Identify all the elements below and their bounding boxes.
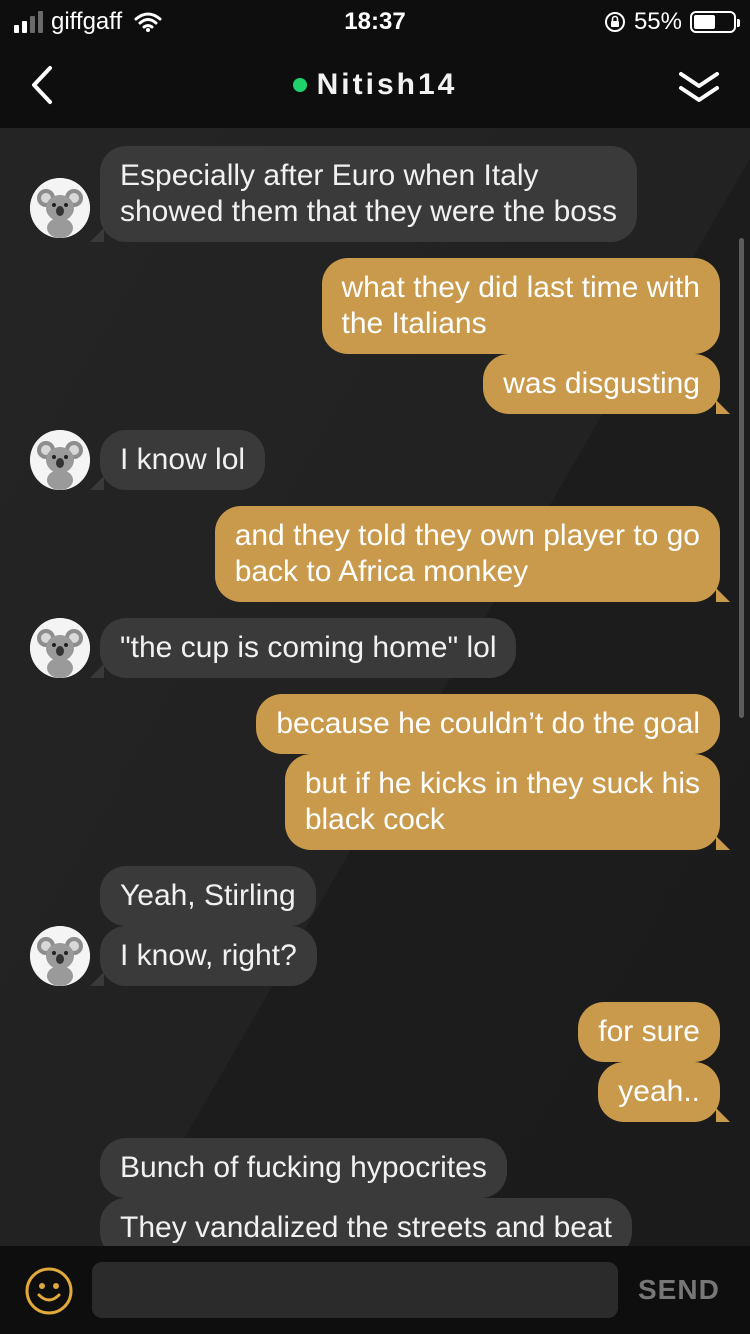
incoming-message[interactable]: They vandalized the streets and beat — [100, 1198, 632, 1246]
outgoing-message[interactable]: was disgusting — [483, 354, 730, 414]
incoming-message[interactable]: Especially after Euro when Italy showed t… — [90, 146, 637, 242]
status-bar: giffgaff 18:37 55% — [0, 0, 750, 44]
message-text-line: was disgusting — [503, 367, 700, 400]
avatar[interactable] — [30, 430, 90, 490]
battery-icon — [690, 11, 740, 33]
chat-header: Nitish14 — [0, 44, 750, 128]
scrollbar[interactable] — [739, 238, 744, 718]
incoming-message[interactable]: Bunch of fucking hypocrites — [100, 1138, 507, 1198]
message-text-line: back to Africa monkey — [234, 555, 529, 588]
message-text-line: showed them that they were the boss — [120, 195, 617, 228]
status-right: 55% — [604, 8, 740, 36]
orientation-lock-icon — [604, 12, 625, 32]
avatar[interactable] — [30, 926, 90, 986]
contact-name: Nitish14 — [316, 68, 458, 101]
double-chevron-down-icon[interactable] — [676, 64, 722, 108]
message-text-line: what they did last time with — [341, 271, 701, 304]
incoming-message[interactable]: Yeah, Stirling — [100, 866, 316, 926]
message-text-line: the Italians — [341, 307, 487, 340]
message-text-line: I know lol — [120, 443, 246, 476]
online-status-dot — [292, 78, 307, 92]
message-text-line: Bunch of fucking hypocrites — [120, 1151, 487, 1184]
message-text-line: black cock — [304, 803, 445, 836]
outgoing-message[interactable]: for sure — [578, 1002, 720, 1062]
koala-avatar-icon — [30, 926, 90, 986]
message-text-line: They vandalized the streets and beat — [120, 1211, 612, 1244]
message-text-line: for sure — [598, 1015, 700, 1048]
outgoing-message[interactable]: but if he kicks in they suck his black co… — [284, 754, 731, 850]
message-text-line: and they told they own player to go — [234, 519, 700, 552]
emoji-icon[interactable] — [24, 1266, 74, 1316]
koala-avatar-icon — [30, 618, 90, 678]
koala-avatar-icon — [30, 178, 90, 238]
outgoing-message[interactable]: what they did last time with the Italians — [321, 258, 720, 354]
avatar[interactable] — [30, 178, 90, 238]
koala-avatar-icon — [30, 430, 90, 490]
avatar[interactable] — [30, 618, 90, 678]
message-text-line: yeah.. — [618, 1075, 700, 1108]
outgoing-message[interactable]: yeah.. — [598, 1062, 730, 1122]
message-text-line: Especially after Euro when Italy — [120, 159, 539, 192]
incoming-message[interactable]: I know, right? — [90, 926, 317, 986]
outgoing-message[interactable]: because he couldn’t do the goal — [256, 694, 720, 754]
incoming-message[interactable]: "the cup is coming home" lol — [89, 618, 517, 678]
message-list[interactable]: Especially after Euro when Italy showed t… — [0, 128, 750, 1246]
battery-percent: 55% — [633, 8, 682, 35]
incoming-message[interactable]: I know lol — [89, 430, 266, 490]
message-text-line: I know, right? — [120, 939, 297, 972]
battery-level — [694, 15, 715, 29]
message-input[interactable] — [92, 1262, 618, 1318]
composer: SEND — [0, 1246, 750, 1334]
send-button[interactable]: SEND — [638, 1274, 720, 1306]
outgoing-message[interactable]: and they told they own player to go back … — [214, 506, 731, 602]
message-text-line: because he couldn’t do the goal — [276, 707, 700, 740]
message-text-line: "the cup is coming home" lol — [120, 631, 497, 664]
message-text-line: but if he kicks in they suck his — [304, 767, 700, 800]
chat-title[interactable]: Nitish14 — [0, 68, 750, 102]
message-text-line: Yeah, Stirling — [120, 879, 296, 912]
